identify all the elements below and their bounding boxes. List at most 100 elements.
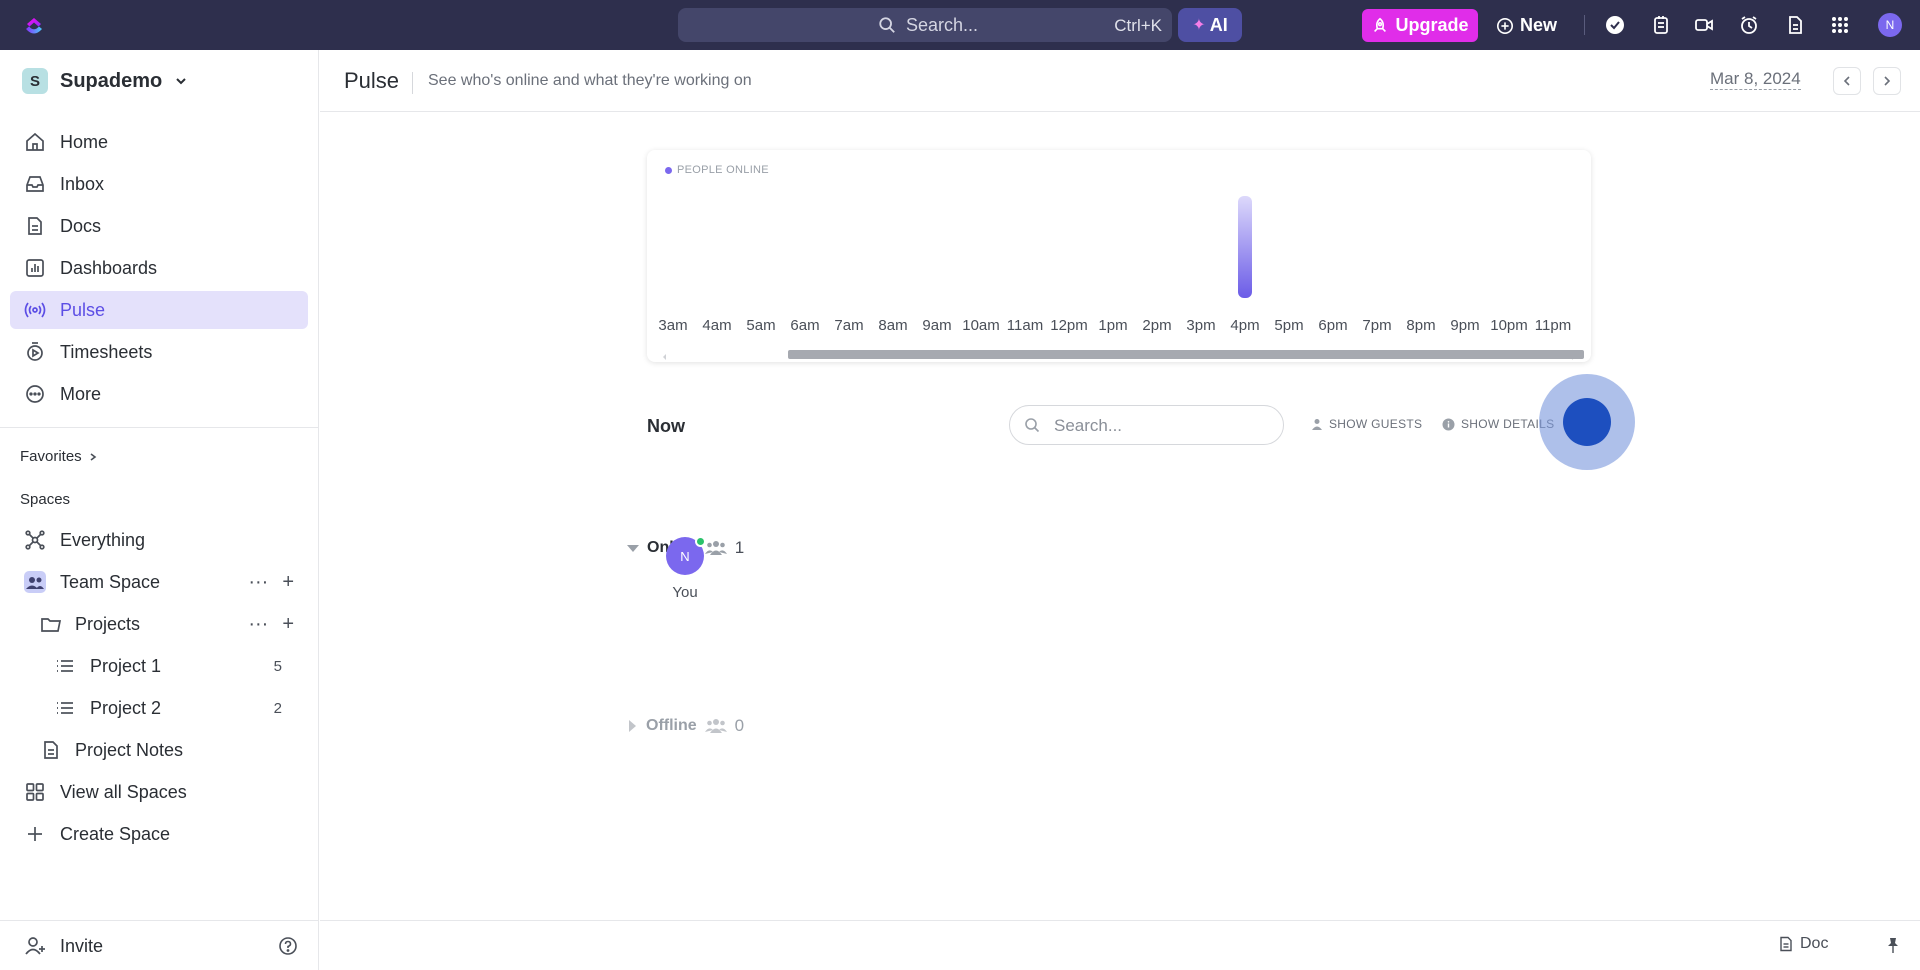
x-tick-label: 7pm (1362, 317, 1391, 334)
upgrade-button[interactable]: Upgrade (1362, 9, 1478, 42)
sidebar-item-view-all-spaces[interactable]: View all Spaces (10, 773, 308, 811)
sidebar-item-label: Pulse (60, 299, 106, 320)
ellipsis-icon[interactable]: ··· (248, 571, 268, 594)
next-day-button[interactable] (1873, 67, 1901, 95)
sidebar-item-dashboards[interactable]: Dashboards (10, 249, 308, 287)
notepad-icon[interactable] (1650, 14, 1672, 36)
people-search[interactable] (1009, 405, 1284, 445)
show-details-toggle[interactable]: SHOW DETAILS (1442, 417, 1554, 431)
member-avatar: N (666, 536, 706, 575)
workspace-badge: S (22, 68, 48, 94)
people-search-input[interactable] (1054, 412, 1274, 440)
timesheets-icon (27, 342, 43, 361)
sidebar-footer: Invite (0, 920, 319, 970)
show-guests-toggle[interactable]: SHOW GUESTS (1311, 417, 1422, 431)
sidebar-item-label: Home (60, 131, 109, 152)
sidebar-item-projects[interactable]: Projects ··· + (10, 605, 308, 643)
sidebar-item-pulse[interactable]: Pulse (10, 291, 308, 329)
global-search-bar[interactable]: Search... Ctrl+K (678, 8, 1172, 42)
upgrade-button-label: Upgrade (1395, 15, 1469, 35)
online-status-dot (695, 536, 706, 547)
x-tick-label: 6pm (1318, 317, 1347, 334)
info-icon (1442, 418, 1455, 430)
sidebar-item-label: Inbox (60, 173, 105, 194)
offline-label: Offline (646, 717, 697, 734)
sidebar-item-label: Create Space (60, 823, 171, 844)
task-count: 2 (273, 699, 282, 717)
video-icon[interactable] (1693, 14, 1715, 36)
ai-button[interactable]: ✦ AI (1178, 8, 1242, 42)
sidebar-item-home[interactable]: Home (10, 123, 308, 161)
list-icon (57, 702, 73, 714)
page-title: Pulse (344, 68, 400, 93)
plus-icon[interactable]: + (282, 613, 294, 636)
x-tick-label: 1pm (1098, 317, 1127, 334)
chart-bar-4pm[interactable] (1238, 196, 1252, 298)
pin-icon[interactable] (1884, 936, 1902, 954)
add-user-icon (25, 937, 45, 955)
folder-icon (41, 618, 62, 632)
global-search-placeholder: Search... (906, 15, 979, 35)
sidebar-item-inbox[interactable]: Inbox (10, 165, 308, 203)
ai-button-label: AI (1209, 14, 1228, 35)
apps-grid-icon[interactable] (1829, 14, 1851, 36)
clickup-logo-icon[interactable] (22, 13, 46, 37)
favorites-label: Favorites (20, 448, 82, 465)
sidebar-item-project-2[interactable]: Project 2 2 (10, 689, 308, 727)
new-button[interactable]: New (1496, 9, 1557, 42)
task-count: 5 (273, 657, 282, 675)
x-tick-label: 10pm (1490, 317, 1528, 334)
sidebar-item-project-notes[interactable]: Project Notes (10, 731, 308, 769)
date-picker[interactable]: Mar 8, 2024 (1710, 69, 1801, 90)
top-bar: Search... Ctrl+K ✦ AI Upgrade New N (0, 0, 1920, 50)
invite-label: Invite (60, 935, 104, 956)
sidebar-item-label: Project Notes (75, 739, 184, 760)
doc-icon (1780, 936, 1792, 952)
previous-day-button[interactable] (1833, 67, 1861, 95)
invite-button[interactable]: Invite (10, 927, 308, 965)
doc-button[interactable]: Doc (1778, 935, 1828, 953)
help-icon[interactable] (278, 936, 298, 956)
user-avatar[interactable]: N (1878, 13, 1902, 37)
sidebar-item-more[interactable]: More (10, 375, 308, 413)
document-icon[interactable] (1784, 14, 1806, 36)
sidebar-item-timesheets[interactable]: Timesheets (10, 333, 308, 371)
sidebar-item-label: Everything (60, 529, 146, 550)
team-space-actions: ··· + (248, 571, 294, 594)
ellipsis-icon[interactable]: ··· (248, 613, 268, 636)
favorites-section[interactable]: Favorites (20, 448, 98, 465)
offline-count: 0 (734, 716, 745, 735)
chart-scrollbar-thumb[interactable] (788, 350, 1584, 359)
sidebar-item-team-space[interactable]: Team Space ··· + (10, 563, 308, 601)
member-you[interactable]: N You (661, 536, 709, 601)
more-icon (26, 385, 44, 403)
search-icon (1025, 418, 1040, 433)
sidebar-item-label: Docs (60, 215, 102, 236)
offline-group-header[interactable]: Offline 0 (627, 716, 744, 736)
dashboards-icon (26, 259, 44, 277)
x-tick-label: 12pm (1050, 317, 1088, 334)
sidebar-item-everything[interactable]: Everything (10, 521, 308, 559)
chevron-left-icon (1843, 76, 1850, 86)
workspace-switcher[interactable]: S Supademo (22, 68, 188, 94)
projects-actions: ··· + (248, 613, 294, 636)
sidebar-item-label: Projects (75, 613, 141, 634)
docs-icon (28, 217, 42, 235)
sidebar-item-create-space[interactable]: Create Space (10, 815, 308, 853)
spaces-section-label: Spaces (20, 491, 71, 508)
check-circle-icon[interactable] (1604, 14, 1626, 36)
users-icon (704, 719, 727, 733)
x-tick-label: 5pm (1274, 317, 1303, 334)
chevron-down-icon (176, 78, 186, 85)
sidebar-item-docs[interactable]: Docs (10, 207, 308, 245)
x-tick-label: 7am (834, 317, 863, 334)
caret-right-icon (629, 720, 636, 732)
x-tick-label: 4pm (1230, 317, 1259, 334)
doc-button-label: Doc (1800, 935, 1829, 952)
sidebar-divider (0, 427, 319, 428)
online-count: 1 (734, 538, 745, 557)
click-indicator (1563, 398, 1611, 446)
alarm-clock-icon[interactable] (1738, 14, 1760, 36)
plus-icon[interactable]: + (282, 571, 294, 594)
sidebar-item-project-1[interactable]: Project 1 5 (10, 647, 308, 685)
